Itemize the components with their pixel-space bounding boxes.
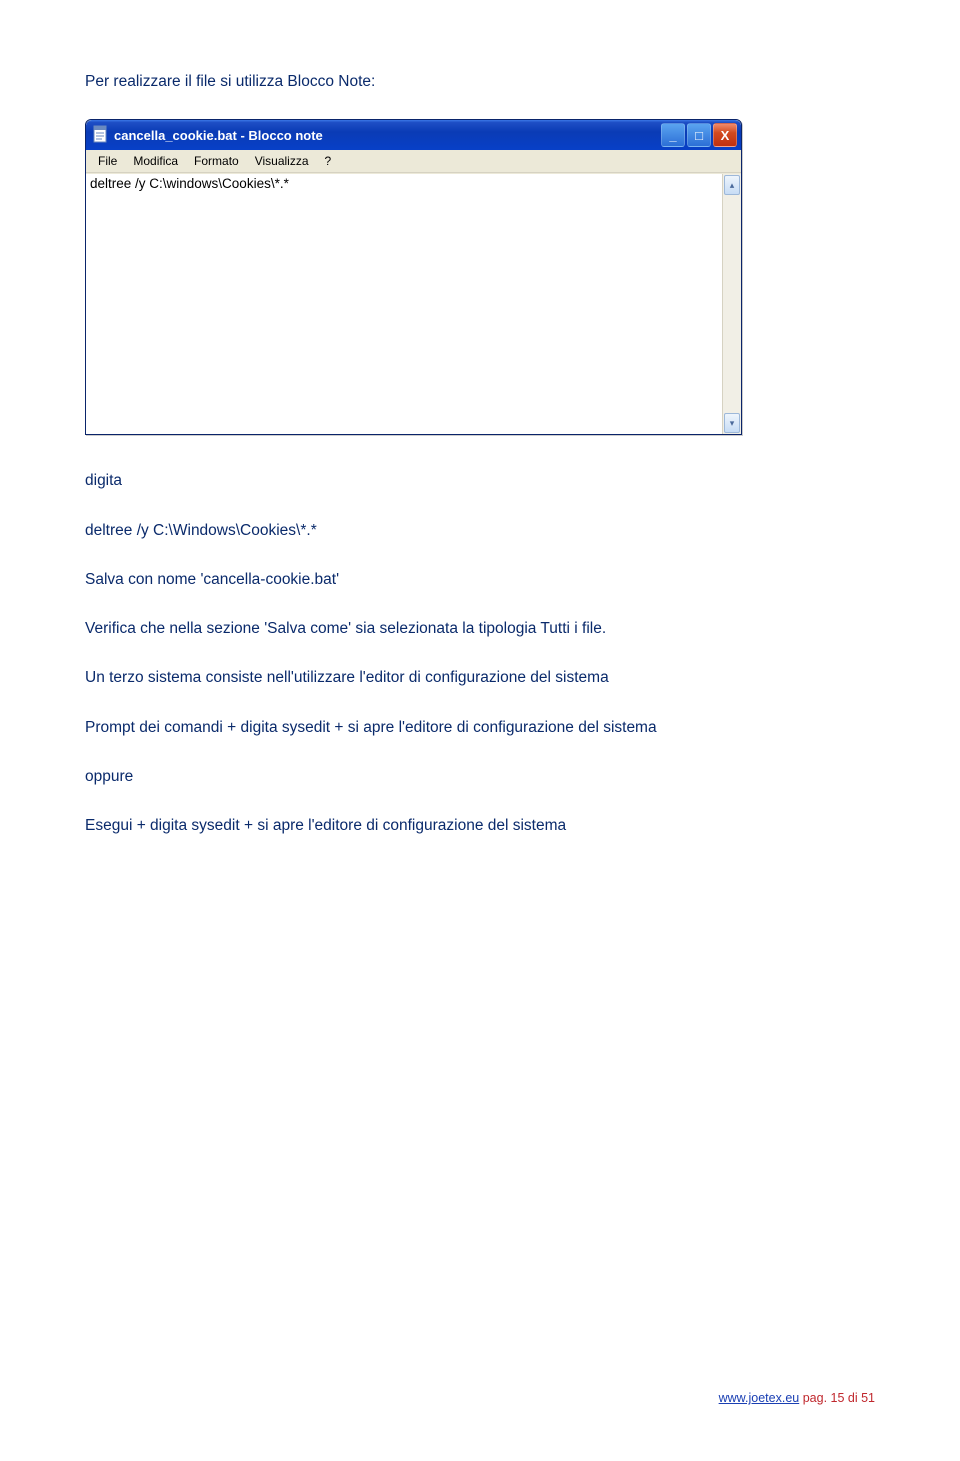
- paragraph-intro: Per realizzare il file si utilizza Blocc…: [85, 70, 875, 93]
- paragraph-oppure: oppure: [85, 765, 875, 788]
- paragraph-verifica: Verifica che nella sezione 'Salva come' …: [85, 617, 875, 640]
- document-page: Per realizzare il file si utilizza Blocc…: [0, 0, 960, 1461]
- vertical-scrollbar[interactable]: ▴ ▾: [722, 174, 741, 434]
- menu-visualizza[interactable]: Visualizza: [247, 152, 317, 170]
- close-button[interactable]: X: [713, 123, 737, 147]
- paragraph-terzo: Un terzo sistema consiste nell'utilizzar…: [85, 666, 875, 689]
- menubar: File Modifica Formato Visualizza ?: [86, 150, 741, 173]
- maximize-button[interactable]: □: [687, 123, 711, 147]
- window-title: cancella_cookie.bat - Blocco note: [114, 128, 661, 143]
- menu-help[interactable]: ?: [317, 152, 340, 170]
- menu-file[interactable]: File: [90, 152, 125, 170]
- minimize-button[interactable]: _: [661, 123, 685, 147]
- notepad-text-area[interactable]: deltree /y C:\windows\Cookies\*.*: [86, 174, 722, 434]
- client-area: deltree /y C:\windows\Cookies\*.* ▴ ▾: [86, 173, 741, 434]
- titlebar[interactable]: cancella_cookie.bat - Blocco note _ □ X: [86, 120, 741, 150]
- window-controls: _ □ X: [661, 123, 737, 147]
- paragraph-command: deltree /y C:\Windows\Cookies\*.*: [85, 519, 875, 542]
- notepad-window: cancella_cookie.bat - Blocco note _ □ X …: [85, 119, 742, 435]
- paragraph-salva: Salva con nome 'cancella-cookie.bat': [85, 568, 875, 591]
- footer-page-number: pag. 15 di 51: [799, 1391, 875, 1405]
- paragraph-digita: digita: [85, 469, 875, 492]
- menu-modifica[interactable]: Modifica: [125, 152, 186, 170]
- menu-formato[interactable]: Formato: [186, 152, 247, 170]
- paragraph-esegui: Esegui + digita sysedit + si apre l'edit…: [85, 814, 875, 837]
- scroll-down-button[interactable]: ▾: [724, 413, 740, 433]
- notepad-app-icon: [92, 125, 108, 145]
- page-footer: www.joetex.eu pag. 15 di 51: [719, 1391, 875, 1405]
- scroll-up-button[interactable]: ▴: [724, 175, 740, 195]
- paragraph-prompt: Prompt dei comandi + digita sysedit + si…: [85, 716, 875, 739]
- footer-link[interactable]: www.joetex.eu: [719, 1391, 800, 1405]
